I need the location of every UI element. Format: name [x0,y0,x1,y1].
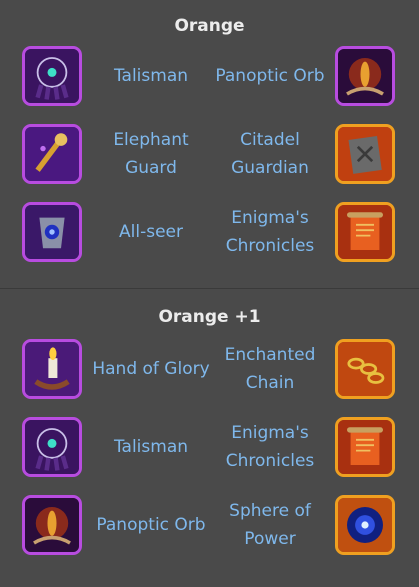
elephant-guard-icon[interactable] [22,124,82,184]
item-name: Enigma's Chronicles [225,208,315,256]
item-name: Citadel Guardian [231,130,309,178]
item-name: Hand of Glory [92,359,210,379]
enigmas-chronicles-icon[interactable] [335,202,395,262]
citadel-guardian-icon[interactable] [335,124,395,184]
item-name: Enchanted Chain [224,345,316,393]
sphere-of-power-icon[interactable] [335,495,395,555]
item-row: Talisman Panoptic Orb [0,44,419,112]
hand-of-glory-icon[interactable] [22,339,82,399]
section-title: Orange +1 [158,307,261,327]
item-row: Elephant Guard Citadel Guardian [0,122,419,190]
item-name: All-seer [119,222,183,242]
item-name: Panoptic Orb [96,515,206,535]
item-name: Elephant Guard [113,130,189,178]
item-name: Enigma's Chronicles [225,423,315,471]
section-orange: Orange Talisman Panoptic Orb Elephant Gu… [0,0,419,289]
enchanted-chain-icon[interactable] [335,339,395,399]
talisman-icon[interactable] [22,417,82,477]
item-row: Talisman Enigma's Chronicles [0,415,419,483]
all-seer-icon[interactable] [22,202,82,262]
panoptic-orb-icon[interactable] [22,495,82,555]
item-name: Panoptic Orb [215,66,325,86]
item-row: Hand of Glory Enchanted Chain [0,337,419,405]
item-row: All-seer Enigma's Chronicles [0,200,419,268]
item-name: Talisman [113,66,189,86]
enigmas-chronicles-icon[interactable] [335,417,395,477]
section-title: Orange [174,16,245,36]
section-orange-plus-1: Orange +1 Hand of Glory Enchanted Chain … [0,289,419,587]
panoptic-orb-icon[interactable] [335,46,395,106]
talisman-icon[interactable] [22,46,82,106]
item-name: Talisman [113,437,189,457]
item-name: Sphere of Power [229,501,311,549]
item-row: Panoptic Orb Sphere of Power [0,493,419,561]
